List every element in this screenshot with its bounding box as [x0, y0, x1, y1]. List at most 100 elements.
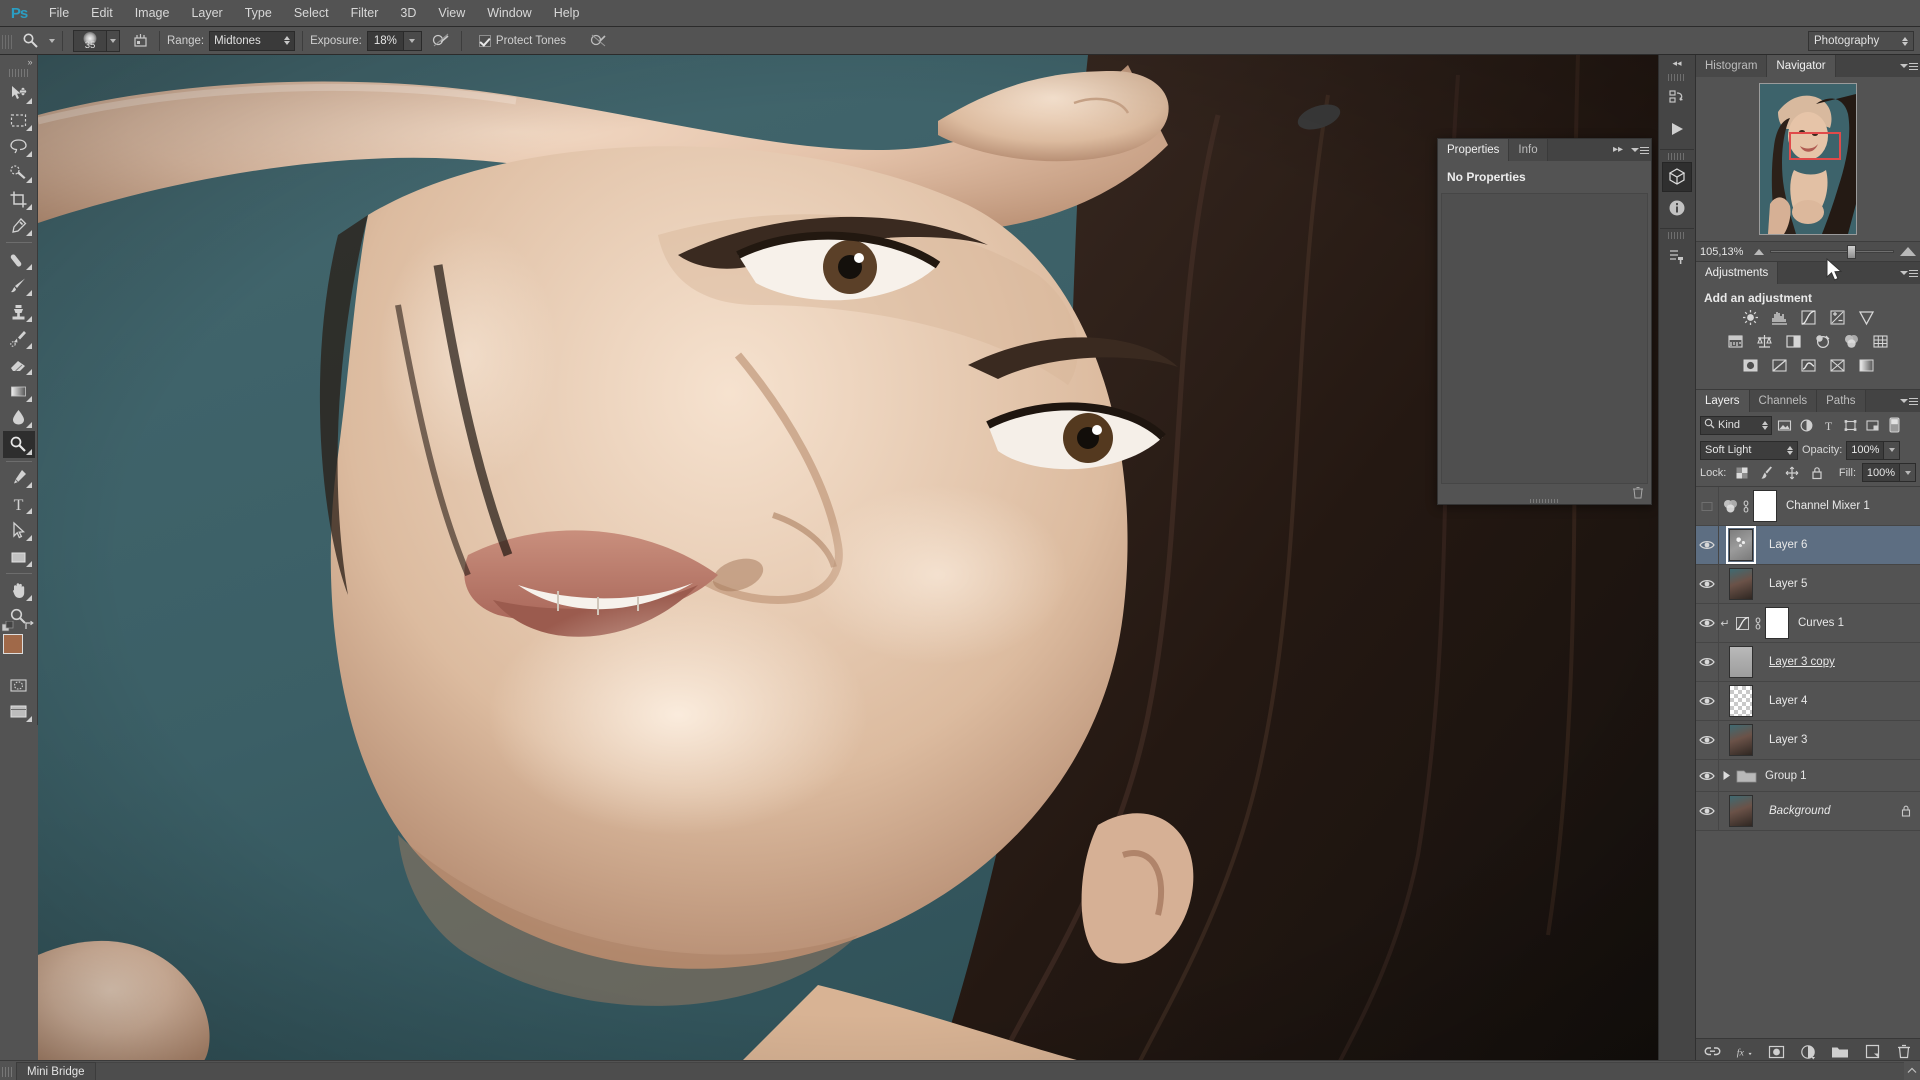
- threshold-icon[interactable]: [1798, 357, 1818, 374]
- color-swatches[interactable]: [1, 620, 36, 665]
- opacity-chevron-icon[interactable]: [1884, 440, 1901, 460]
- hue-saturation-icon[interactable]: [1726, 333, 1746, 350]
- shape-tool[interactable]: [3, 544, 35, 570]
- layer-visibility-toggle[interactable]: [1696, 539, 1718, 551]
- tool-preset-chevron-icon[interactable]: [49, 38, 55, 43]
- layer-thumbnail[interactable]: [1719, 795, 1763, 827]
- properties-resize-grip[interactable]: [1529, 499, 1560, 503]
- table-row[interactable]: Layer 4: [1696, 681, 1920, 721]
- layer-name[interactable]: Layer 5: [1763, 578, 1914, 590]
- menu-image[interactable]: Image: [124, 0, 181, 27]
- brush-size-preview[interactable]: 35: [73, 29, 107, 52]
- marquee-tool[interactable]: [3, 107, 35, 133]
- brush-panel-toggle-icon[interactable]: [128, 30, 152, 52]
- mask-link-icon[interactable]: [1753, 616, 1762, 630]
- layer-name[interactable]: Curves 1: [1792, 617, 1914, 629]
- eraser-tool[interactable]: [3, 352, 35, 378]
- layer-name[interactable]: Layer 4: [1763, 695, 1914, 707]
- add-layer-mask-icon[interactable]: [1767, 1043, 1785, 1061]
- layer-name[interactable]: Layer 6: [1763, 539, 1914, 551]
- clone-stamp-tool[interactable]: [3, 299, 35, 325]
- table-row[interactable]: Layer 5: [1696, 564, 1920, 604]
- photo-filter-icon[interactable]: [1813, 333, 1833, 350]
- layer-name[interactable]: Channel Mixer 1: [1780, 500, 1914, 512]
- menu-file[interactable]: File: [38, 0, 80, 27]
- lock-image-icon[interactable]: [1757, 463, 1776, 482]
- layer-thumbnail[interactable]: [1719, 526, 1763, 564]
- toolbar-grip[interactable]: [8, 69, 29, 77]
- properties-panel-menu-icon[interactable]: [1631, 144, 1649, 156]
- lock-all-icon[interactable]: [1807, 463, 1826, 482]
- layer-visibility-toggle[interactable]: [1696, 734, 1718, 746]
- zoom-level-value[interactable]: 105,13%: [1700, 246, 1748, 258]
- quick-mask-icon[interactable]: [3, 672, 35, 698]
- options-bar-grip[interactable]: [2, 30, 12, 51]
- menu-layer[interactable]: Layer: [180, 0, 233, 27]
- menu-window[interactable]: Window: [476, 0, 542, 27]
- layer-visibility-toggle[interactable]: [1696, 695, 1718, 707]
- eyedropper-tool[interactable]: [3, 213, 35, 239]
- fill-value[interactable]: 100%: [1862, 463, 1900, 482]
- tab-channels[interactable]: Channels: [1749, 390, 1818, 412]
- navigator-view-box[interactable]: [1789, 132, 1841, 160]
- filter-pixel-icon[interactable]: [1775, 416, 1794, 435]
- properties-collapse-button[interactable]: ▸▸: [1613, 144, 1623, 155]
- mask-link-icon[interactable]: [1741, 499, 1750, 513]
- new-layer-icon[interactable]: [1863, 1043, 1881, 1061]
- exposure-chevron-icon[interactable]: [403, 30, 422, 51]
- menu-3d[interactable]: 3D: [389, 0, 427, 27]
- dodge-tool-icon[interactable]: [18, 31, 44, 51]
- mini-bridge-icon[interactable]: [1662, 162, 1692, 192]
- layer-visibility-toggle[interactable]: [1696, 805, 1718, 817]
- filter-adjustment-icon[interactable]: [1797, 416, 1816, 435]
- blend-mode-select[interactable]: Soft Light: [1700, 440, 1798, 460]
- swap-colors-icon[interactable]: [24, 620, 36, 632]
- tab-properties[interactable]: Properties: [1438, 139, 1510, 161]
- zoom-out-icon[interactable]: [1754, 248, 1764, 255]
- move-tool[interactable]: [3, 81, 35, 107]
- brightness-contrast-icon[interactable]: [1740, 309, 1760, 326]
- mini-bridge-tab[interactable]: Mini Bridge: [16, 1061, 96, 1080]
- new-group-icon[interactable]: [1831, 1043, 1849, 1061]
- path-selection-tool[interactable]: [3, 517, 35, 543]
- menu-help[interactable]: Help: [543, 0, 591, 27]
- layer-thumbnail[interactable]: [1719, 568, 1763, 600]
- selective-color-icon[interactable]: [1827, 357, 1847, 374]
- workspace-selector[interactable]: Photography: [1808, 31, 1914, 51]
- fill-chevron-icon[interactable]: [1900, 463, 1916, 482]
- fill-control[interactable]: 100%: [1862, 463, 1916, 482]
- dock-group-grip-3[interactable]: [1668, 232, 1686, 239]
- exposure-icon[interactable]: [1827, 309, 1847, 326]
- gradient-map-icon[interactable]: [1856, 357, 1876, 374]
- filter-type-icon[interactable]: T: [1819, 416, 1838, 435]
- tablet-pressure-icon[interactable]: [586, 30, 610, 52]
- layer-thumbnail[interactable]: [1719, 685, 1763, 717]
- layer-name[interactable]: Layer 3 copy: [1763, 656, 1914, 668]
- screen-mode-icon[interactable]: [3, 699, 35, 725]
- layer-visibility-toggle[interactable]: [1696, 656, 1718, 668]
- posterize-icon[interactable]: [1769, 357, 1789, 374]
- navigator-thumbnail[interactable]: [1759, 83, 1857, 235]
- delete-icon[interactable]: [1632, 486, 1644, 502]
- tab-layers[interactable]: Layers: [1696, 390, 1750, 412]
- zoom-in-icon[interactable]: [1900, 247, 1916, 256]
- tool-presets-icon[interactable]: [1662, 241, 1692, 271]
- lock-transparency-icon[interactable]: [1732, 463, 1751, 482]
- healing-brush-tool[interactable]: [3, 246, 35, 272]
- menu-type[interactable]: Type: [234, 0, 283, 27]
- color-balance-icon[interactable]: [1755, 333, 1775, 350]
- menu-edit[interactable]: Edit: [80, 0, 124, 27]
- channel-mixer-icon[interactable]: [1842, 333, 1862, 350]
- layer-mask-thumbnail[interactable]: [1750, 490, 1780, 522]
- quick-selection-tool[interactable]: [3, 160, 35, 186]
- layer-thumbnail[interactable]: [1719, 724, 1763, 756]
- hand-tool[interactable]: [3, 577, 35, 603]
- layer-visibility-toggle[interactable]: [1696, 617, 1718, 629]
- navigator-thumbnail-area[interactable]: [1696, 77, 1920, 241]
- filter-toggle-icon[interactable]: [1885, 416, 1904, 435]
- dock-group-grip[interactable]: [1668, 74, 1686, 81]
- history-panel-icon[interactable]: [1662, 83, 1692, 113]
- crop-tool[interactable]: [3, 186, 35, 212]
- lasso-tool[interactable]: [3, 134, 35, 160]
- menu-select[interactable]: Select: [283, 0, 340, 27]
